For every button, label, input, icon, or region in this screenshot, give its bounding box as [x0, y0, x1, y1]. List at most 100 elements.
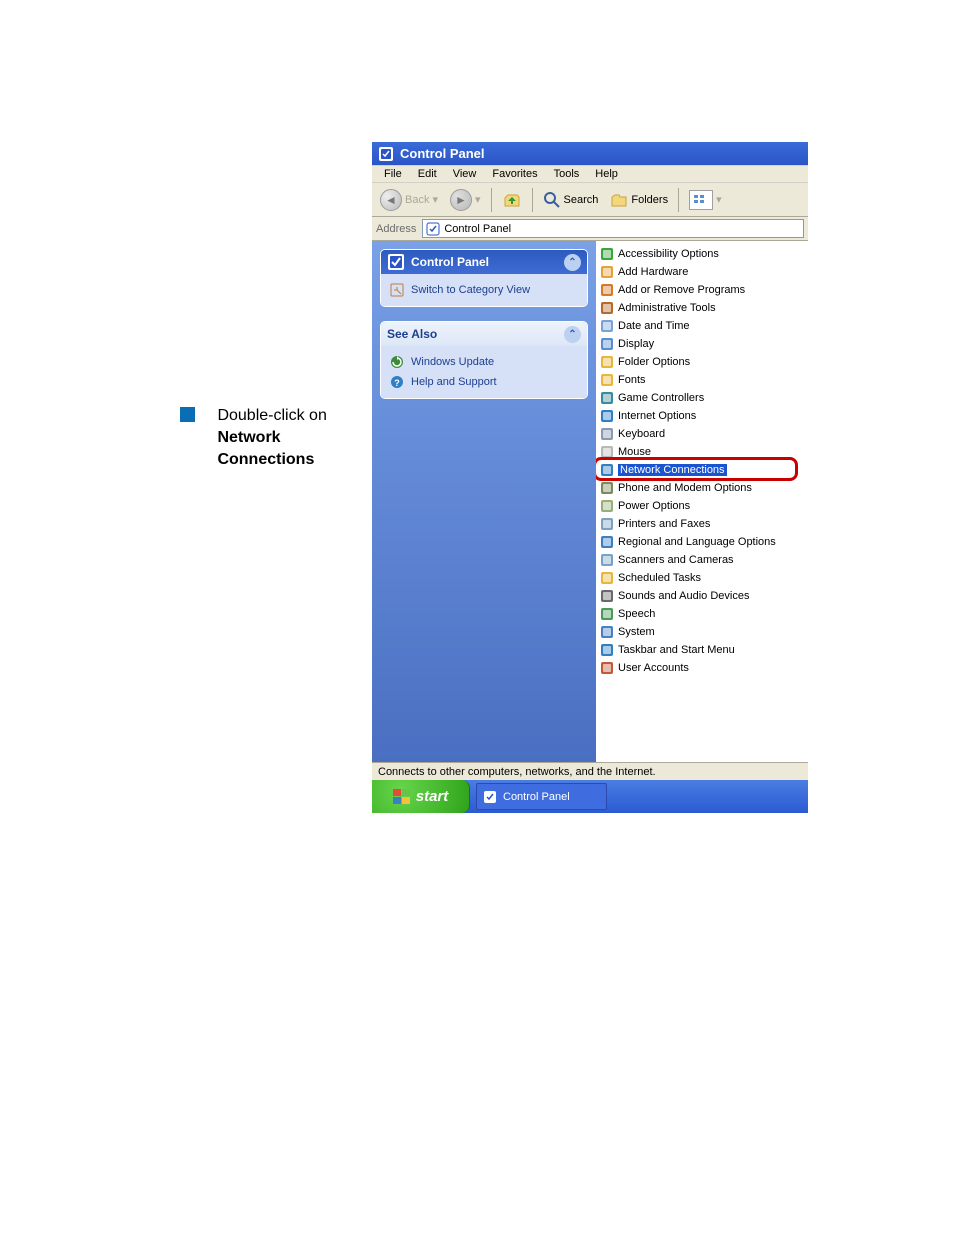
instruction-line2: Network — [217, 429, 280, 446]
cp-item-label: Fonts — [618, 374, 646, 386]
switch-category-view[interactable]: Switch to Category View — [389, 280, 579, 300]
internet-icon — [599, 408, 615, 424]
bullet-icon — [180, 407, 195, 422]
views-button[interactable]: ▾ — [685, 189, 726, 211]
cp-item-scanners[interactable]: Scanners and Cameras — [598, 551, 806, 569]
cp-item-label: Administrative Tools — [618, 302, 716, 314]
scanners-icon — [599, 552, 615, 568]
cp-item-mouse[interactable]: Mouse — [598, 443, 806, 461]
search-button[interactable]: Search — [539, 190, 603, 210]
cp-item-label: Regional and Language Options — [618, 536, 776, 548]
menu-edit[interactable]: Edit — [410, 167, 445, 181]
cp-item-label: Folder Options — [618, 356, 690, 368]
fonts-icon — [599, 372, 615, 388]
taskpane-control-panel: Control Panel ⌃ Switch to Category View — [380, 249, 588, 307]
back-arrow-icon: ◄ — [380, 189, 402, 211]
menu-help[interactable]: Help — [587, 167, 626, 181]
cp-item-sounds[interactable]: Sounds and Audio Devices — [598, 587, 806, 605]
forward-button: ► ▾ — [446, 188, 485, 212]
display-icon — [599, 336, 615, 352]
cp-item-label: Scheduled Tasks — [618, 572, 701, 584]
cp-item-label: Internet Options — [618, 410, 696, 422]
help-support-label: Help and Support — [411, 376, 497, 388]
taskbar-app-control-panel[interactable]: Control Panel — [476, 783, 607, 810]
address-field[interactable]: Control Panel — [422, 219, 804, 238]
start-button[interactable]: start — [372, 780, 470, 813]
collapse-icon[interactable]: ⌃ — [564, 326, 581, 343]
cp-item-phone[interactable]: Phone and Modem Options — [598, 479, 806, 497]
cp-item-scheduled[interactable]: Scheduled Tasks — [598, 569, 806, 587]
views-icon — [689, 190, 713, 210]
add-hardware-icon — [599, 264, 615, 280]
start-label: start — [416, 788, 449, 805]
help-support-link[interactable]: ? Help and Support — [389, 372, 579, 392]
cp-item-printers[interactable]: Printers and Faxes — [598, 515, 806, 533]
windows-update-link[interactable]: Windows Update — [389, 352, 579, 372]
keyboard-icon — [599, 426, 615, 442]
cp-item-speech[interactable]: Speech — [598, 605, 806, 623]
see-also-header[interactable]: See Also ⌃ — [381, 322, 587, 346]
address-bar: Address Control Panel — [372, 217, 808, 241]
cp-item-taskbar[interactable]: Taskbar and Start Menu — [598, 641, 806, 659]
control-panel-window: Control Panel File Edit View Favorites T… — [372, 142, 808, 799]
cp-item-label: Date and Time — [618, 320, 690, 332]
network-icon — [599, 462, 615, 478]
cp-item-label: Scanners and Cameras — [618, 554, 734, 566]
taskpane-header[interactable]: Control Panel ⌃ — [381, 250, 587, 274]
window-title: Control Panel — [400, 146, 485, 161]
cp-item-label: System — [618, 626, 655, 638]
cp-item-date-time[interactable]: Date and Time — [598, 317, 806, 335]
cp-item-add-hardware[interactable]: Add Hardware — [598, 263, 806, 281]
menu-tools[interactable]: Tools — [546, 167, 588, 181]
window-body: Control Panel ⌃ Switch to Category View — [372, 241, 808, 762]
taskpane-header-icon — [387, 253, 405, 271]
add-remove-icon — [599, 282, 615, 298]
cp-item-admin-tools[interactable]: Administrative Tools — [598, 299, 806, 317]
accessibility-icon — [599, 246, 615, 262]
regional-icon — [599, 534, 615, 550]
menu-view[interactable]: View — [445, 167, 485, 181]
forward-dropdown-icon: ▾ — [475, 193, 481, 206]
cp-item-display[interactable]: Display — [598, 335, 806, 353]
cp-item-fonts[interactable]: Fonts — [598, 371, 806, 389]
menubar: File Edit View Favorites Tools Help — [372, 165, 808, 183]
cp-item-accessibility[interactable]: Accessibility Options — [598, 245, 806, 263]
up-button[interactable] — [498, 189, 526, 211]
taskbar-app-icon — [483, 790, 497, 804]
cp-item-network[interactable]: Network Connections — [598, 461, 806, 479]
mouse-icon — [599, 444, 615, 460]
cp-item-power[interactable]: Power Options — [598, 497, 806, 515]
collapse-icon[interactable]: ⌃ — [564, 254, 581, 271]
folders-button[interactable]: Folders — [606, 190, 672, 210]
address-label: Address — [376, 223, 416, 235]
see-also-label: See Also — [387, 327, 437, 341]
cp-item-game[interactable]: Game Controllers — [598, 389, 806, 407]
cp-item-users[interactable]: User Accounts — [598, 659, 806, 677]
date-time-icon — [599, 318, 615, 334]
cp-item-label: Taskbar and Start Menu — [618, 644, 735, 656]
cp-item-label: Power Options — [618, 500, 690, 512]
titlebar: Control Panel — [372, 142, 808, 165]
control-panel-icon — [378, 146, 394, 162]
address-value: Control Panel — [444, 223, 511, 235]
back-dropdown-icon: ▾ — [432, 193, 438, 206]
cp-item-folder-options[interactable]: Folder Options — [598, 353, 806, 371]
cp-item-add-remove[interactable]: Add or Remove Programs — [598, 281, 806, 299]
menu-favorites[interactable]: Favorites — [484, 167, 545, 181]
folder-options-icon — [599, 354, 615, 370]
cp-item-label: Accessibility Options — [618, 248, 719, 260]
cp-item-system[interactable]: System — [598, 623, 806, 641]
scheduled-icon — [599, 570, 615, 586]
cp-item-internet[interactable]: Internet Options — [598, 407, 806, 425]
status-text: Connects to other computers, networks, a… — [378, 766, 656, 778]
windows-update-icon — [389, 354, 405, 370]
menu-file[interactable]: File — [376, 167, 410, 181]
sounds-icon — [599, 588, 615, 604]
cp-item-keyboard[interactable]: Keyboard — [598, 425, 806, 443]
game-icon — [599, 390, 615, 406]
cp-item-regional[interactable]: Regional and Language Options — [598, 533, 806, 551]
cp-item-label: Mouse — [618, 446, 651, 458]
cp-item-label: Game Controllers — [618, 392, 704, 404]
toolbar-separator — [678, 188, 679, 212]
views-dropdown-icon: ▾ — [716, 193, 722, 206]
